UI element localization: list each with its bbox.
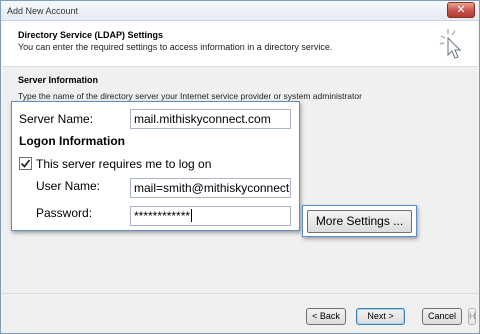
close-icon: ✕ (456, 4, 466, 16)
password-input[interactable]: ************ (130, 206, 291, 226)
page-title: Directory Service (LDAP) Settings (18, 30, 164, 40)
requires-logon-checkbox[interactable] (19, 157, 32, 170)
header-panel: Directory Service (LDAP) Settings You ca… (2, 21, 478, 67)
server-settings-callout: Server Name: mail.mithiskyconnect.com Lo… (11, 101, 300, 231)
logon-information-heading: Logon Information (19, 134, 125, 148)
back-button[interactable]: < Back (306, 308, 346, 325)
username-input[interactable]: mail=smith@mithiskyconnect.c (130, 178, 291, 198)
server-name-input[interactable]: mail.mithiskyconnect.com (130, 109, 291, 129)
checkmark-icon (20, 159, 31, 168)
requires-logon-label: This server requires me to log on (36, 157, 212, 171)
server-name-label: Server Name: (19, 112, 94, 126)
close-button[interactable]: ✕ (447, 2, 475, 18)
password-label: Password: (36, 206, 93, 220)
text-caret (191, 209, 193, 222)
username-label: User Name: (36, 179, 101, 193)
footer: < Back Next > Cancel Help (2, 293, 478, 333)
pointer-sparkle-icon (439, 29, 462, 59)
next-button[interactable]: Next > (356, 308, 405, 325)
help-button[interactable]: Help (468, 308, 476, 325)
server-information-heading: Server Information (18, 75, 99, 85)
page-subtitle: You can enter the required settings to a… (18, 42, 333, 52)
title-bar[interactable]: Add New Account ✕ (1, 1, 479, 21)
more-settings-callout: More Settings ... (302, 205, 417, 237)
more-settings-button[interactable]: More Settings ... (307, 210, 412, 233)
window-title: Add New Account (7, 6, 79, 16)
server-information-description: Type the name of the directory server yo… (18, 91, 362, 101)
cancel-button[interactable]: Cancel (422, 308, 462, 325)
password-value: ************ (134, 209, 191, 223)
